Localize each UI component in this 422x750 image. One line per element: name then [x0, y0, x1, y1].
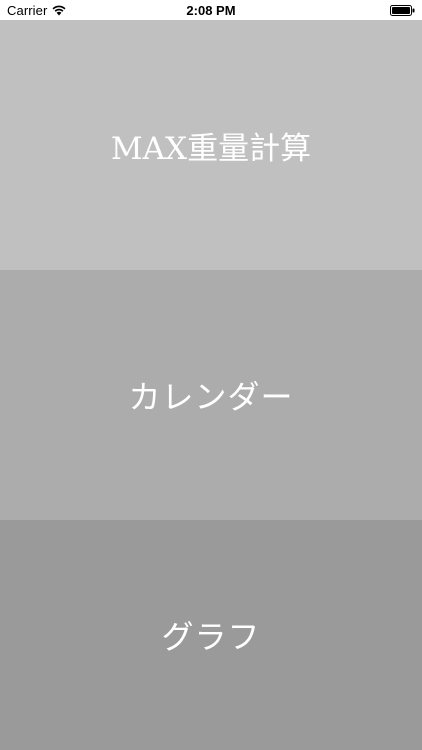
battery-icon — [390, 5, 415, 16]
calendar-label: カレンダー — [128, 378, 294, 416]
status-time: 2:08 PM — [186, 3, 236, 18]
max-weight-calc-button[interactable]: MAX重量計算 — [0, 20, 422, 270]
calendar-button[interactable]: カレンダー — [0, 270, 422, 520]
graph-label: グラフ — [161, 618, 261, 656]
graph-button[interactable]: グラフ — [0, 520, 422, 750]
max-weight-calc-label: MAX重量計算 — [110, 130, 312, 167]
status-bar: Carrier 2:08 PM — [0, 0, 422, 21]
